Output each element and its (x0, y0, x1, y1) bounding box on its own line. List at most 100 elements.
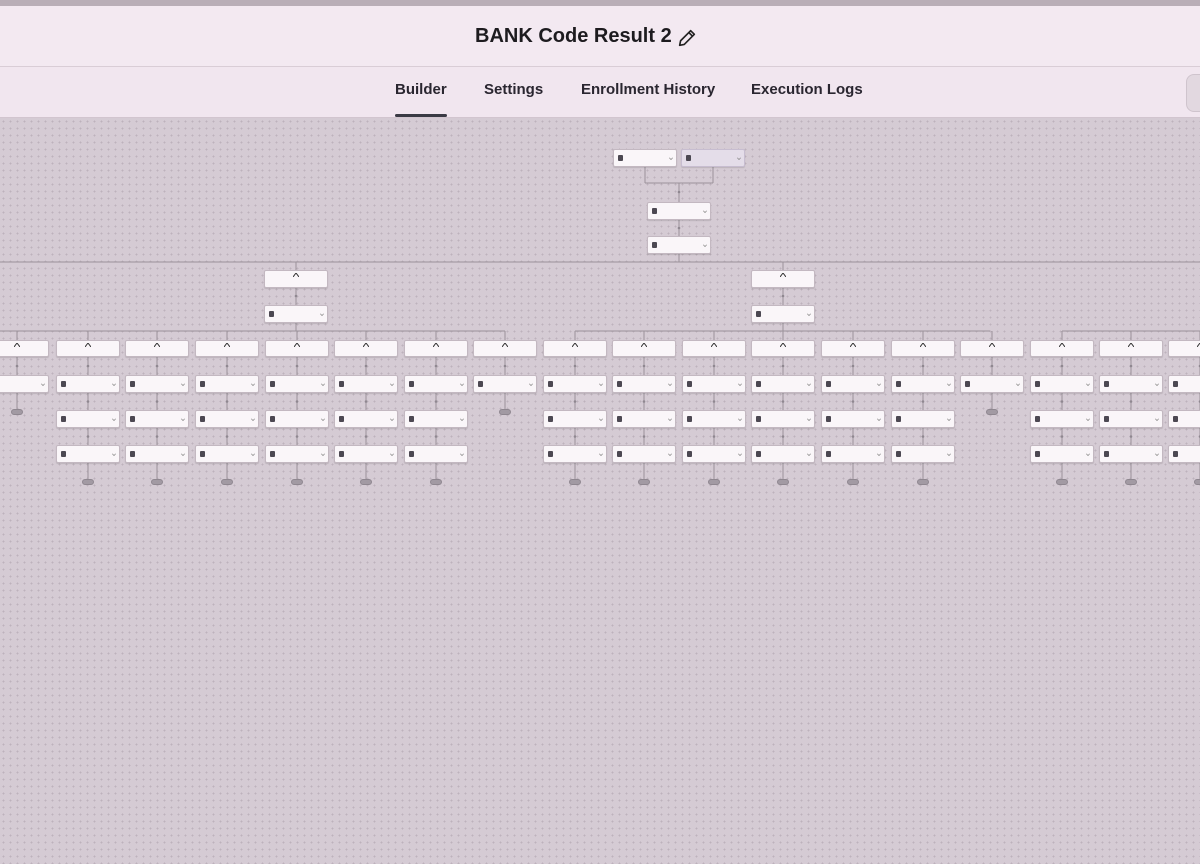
branch-node[interactable] (821, 340, 885, 357)
end-icon (11, 409, 23, 415)
action-node[interactable] (265, 410, 329, 428)
branch-node[interactable] (543, 340, 607, 357)
action-node[interactable] (125, 410, 189, 428)
chevron-down-icon (599, 382, 603, 386)
workflow-canvas[interactable] (0, 118, 1200, 864)
action-node[interactable] (1168, 410, 1200, 428)
action-node[interactable] (751, 305, 815, 323)
end-icon (221, 479, 233, 485)
action-icon (617, 416, 622, 422)
pencil-icon[interactable] (676, 27, 698, 49)
branch-node[interactable] (404, 340, 468, 357)
branch-node[interactable] (960, 340, 1024, 357)
action-node[interactable] (334, 375, 398, 393)
chevron-down-icon (320, 312, 324, 316)
chevron-down-icon (807, 417, 811, 421)
connector-dot (225, 435, 229, 438)
action-node[interactable] (682, 375, 746, 393)
action-node[interactable] (543, 410, 607, 428)
action-node[interactable] (1099, 445, 1163, 463)
branch-icon (293, 273, 299, 277)
branch-node[interactable] (751, 270, 815, 288)
branch-node[interactable] (0, 340, 49, 357)
action-node[interactable] (682, 445, 746, 463)
chevron-down-icon (1155, 417, 1159, 421)
tab-settings[interactable]: Settings (484, 81, 543, 98)
action-node[interactable] (751, 410, 815, 428)
branch-node[interactable] (56, 340, 120, 357)
branch-node[interactable] (1099, 340, 1163, 357)
connector-dot (851, 400, 855, 403)
branch-node[interactable] (751, 340, 815, 357)
action-node[interactable] (1030, 410, 1094, 428)
action-node[interactable] (56, 445, 120, 463)
action-node[interactable] (891, 375, 955, 393)
branch-node[interactable] (612, 340, 676, 357)
action-node[interactable] (56, 375, 120, 393)
action-node[interactable] (821, 375, 885, 393)
connector-dot (990, 364, 994, 368)
chevron-down-icon (703, 209, 707, 213)
action-node[interactable] (613, 149, 677, 167)
action-node[interactable] (404, 445, 468, 463)
branch-node[interactable] (1030, 340, 1094, 357)
branch-node[interactable] (891, 340, 955, 357)
action-node[interactable] (612, 445, 676, 463)
action-node[interactable] (334, 445, 398, 463)
action-node[interactable] (334, 410, 398, 428)
action-node[interactable] (1168, 375, 1200, 393)
action-node[interactable] (404, 410, 468, 428)
action-node[interactable] (1030, 445, 1094, 463)
connector-dot (364, 400, 368, 403)
action-node[interactable] (56, 410, 120, 428)
action-node[interactable] (647, 202, 711, 220)
branch-node[interactable] (264, 270, 328, 288)
action-node[interactable] (821, 445, 885, 463)
action-node[interactable] (681, 149, 745, 167)
branch-node[interactable] (334, 340, 398, 357)
action-node[interactable] (647, 236, 711, 254)
action-node[interactable] (264, 305, 328, 323)
branch-node[interactable] (682, 340, 746, 357)
branch-node[interactable] (195, 340, 259, 357)
action-node[interactable] (473, 375, 537, 393)
chevron-down-icon (947, 382, 951, 386)
action-node[interactable] (682, 410, 746, 428)
action-node[interactable] (612, 410, 676, 428)
branch-node[interactable] (265, 340, 329, 357)
action-node[interactable] (543, 375, 607, 393)
action-icon (756, 311, 761, 317)
header-action-button[interactable] (1186, 74, 1200, 112)
action-icon (826, 451, 831, 457)
action-node[interactable] (1168, 445, 1200, 463)
action-node[interactable] (125, 445, 189, 463)
branch-node[interactable] (473, 340, 537, 357)
action-node[interactable] (891, 445, 955, 463)
action-node[interactable] (265, 375, 329, 393)
action-node[interactable] (125, 375, 189, 393)
action-node[interactable] (751, 375, 815, 393)
action-node[interactable] (0, 375, 49, 393)
tab-enrollment-history[interactable]: Enrollment History (581, 81, 715, 98)
action-node[interactable] (195, 410, 259, 428)
action-node[interactable] (195, 445, 259, 463)
tab-execution-logs[interactable]: Execution Logs (751, 81, 863, 98)
connector-dot (225, 364, 229, 368)
action-node[interactable] (404, 375, 468, 393)
branch-node[interactable] (125, 340, 189, 357)
branch-node[interactable] (1168, 340, 1200, 357)
action-node[interactable] (891, 410, 955, 428)
action-node[interactable] (751, 445, 815, 463)
action-node[interactable] (265, 445, 329, 463)
action-node[interactable] (1030, 375, 1094, 393)
action-node[interactable] (1099, 375, 1163, 393)
connector-dot (573, 364, 577, 368)
action-node[interactable] (612, 375, 676, 393)
action-node[interactable] (1099, 410, 1163, 428)
action-node[interactable] (960, 375, 1024, 393)
action-node[interactable] (543, 445, 607, 463)
action-node[interactable] (821, 410, 885, 428)
action-icon (409, 416, 414, 422)
action-node[interactable] (195, 375, 259, 393)
tab-builder[interactable]: Builder (395, 81, 447, 117)
